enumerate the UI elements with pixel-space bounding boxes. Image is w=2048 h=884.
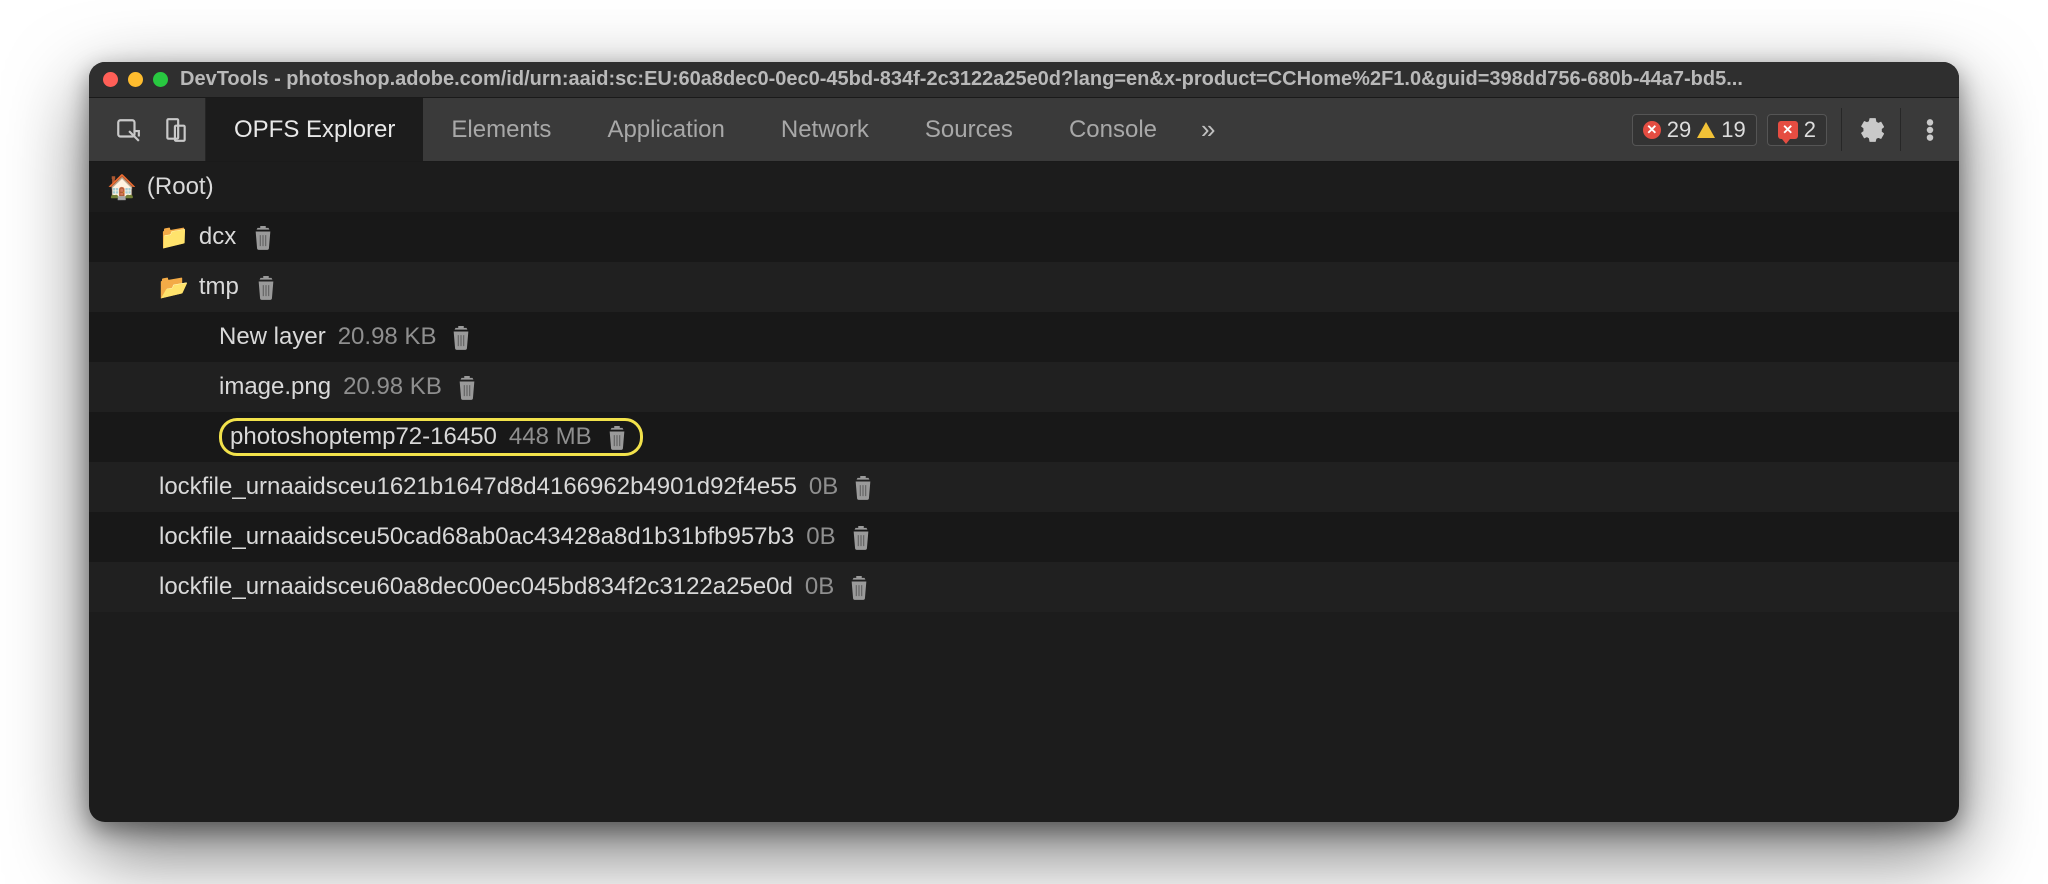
tree-file[interactable]: lockfile_urnaaidsceu50cad68ab0ac43428a8d… xyxy=(89,512,1959,562)
warning-count: 19 xyxy=(1721,117,1745,143)
error-warning-counter[interactable]: ✕ 29 19 xyxy=(1632,114,1757,146)
tab-label: Network xyxy=(781,116,869,144)
devtools-window: DevTools - photoshop.adobe.com/id/urn:aa… xyxy=(89,62,1959,822)
file-name: lockfile_urnaaidsceu50cad68ab0ac43428a8d… xyxy=(159,523,794,551)
delete-icon[interactable] xyxy=(850,524,872,550)
file-size: 20.98 KB xyxy=(338,323,437,351)
tab-opfs-explorer[interactable]: OPFS Explorer xyxy=(206,98,423,161)
tab-console[interactable]: Console xyxy=(1041,98,1185,161)
settings-gear-icon[interactable] xyxy=(1856,115,1886,145)
file-name: photoshoptemp72-16450 xyxy=(230,423,497,451)
file-size: 0B xyxy=(809,473,838,501)
tree-file[interactable]: lockfile_urnaaidsceu60a8dec00ec045bd834f… xyxy=(89,562,1959,612)
inspect-element-icon[interactable] xyxy=(113,115,143,145)
minimize-window-button[interactable] xyxy=(128,72,143,87)
zoom-window-button[interactable] xyxy=(153,72,168,87)
chevron-right-icon: » xyxy=(1201,114,1215,145)
tree-folder[interactable]: 📁 dcx xyxy=(89,212,1959,262)
warning-icon xyxy=(1697,122,1715,138)
tree-file[interactable]: lockfile_urnaaidsceu1621b1647d8d4166962b… xyxy=(89,462,1959,512)
tree-file[interactable]: image.png 20.98 KB xyxy=(89,362,1959,412)
devtools-tabbar: OPFS Explorer Elements Application Netwo… xyxy=(89,98,1959,162)
tree-file-highlighted[interactable]: photoshoptemp72-16450 448 MB xyxy=(89,412,1959,462)
tab-application[interactable]: Application xyxy=(579,98,752,161)
delete-icon[interactable] xyxy=(450,324,472,350)
tree-folder[interactable]: 📂 tmp xyxy=(89,262,1959,312)
file-name: lockfile_urnaaidsceu60a8dec00ec045bd834f… xyxy=(159,573,793,601)
more-options-icon[interactable] xyxy=(1915,115,1945,145)
tab-label: Console xyxy=(1069,116,1157,144)
window-controls xyxy=(103,72,168,87)
delete-icon[interactable] xyxy=(606,424,628,450)
home-icon: 🏠 xyxy=(107,173,137,202)
delete-icon[interactable] xyxy=(852,474,874,500)
window-title: DevTools - photoshop.adobe.com/id/urn:aa… xyxy=(180,68,1945,91)
folder-open-icon: 📂 xyxy=(159,273,189,302)
opfs-tree: 🏠 (Root) 📁 dcx 📂 tmp New layer 20.98 KB xyxy=(89,162,1959,822)
close-window-button[interactable] xyxy=(103,72,118,87)
root-label: (Root) xyxy=(147,173,214,201)
file-size: 448 MB xyxy=(509,423,592,451)
file-size: 20.98 KB xyxy=(343,373,442,401)
file-size: 0B xyxy=(806,523,835,551)
tab-network[interactable]: Network xyxy=(753,98,897,161)
tab-label: Elements xyxy=(451,116,551,144)
file-size: 0B xyxy=(805,573,834,601)
issues-count: 2 xyxy=(1804,117,1816,143)
folder-name: dcx xyxy=(199,223,236,251)
titlebar: DevTools - photoshop.adobe.com/id/urn:aa… xyxy=(89,62,1959,98)
highlight-ring: photoshoptemp72-16450 448 MB xyxy=(219,418,643,456)
folder-name: tmp xyxy=(199,273,239,301)
delete-icon[interactable] xyxy=(848,574,870,600)
device-toolbar-icon[interactable] xyxy=(161,115,191,145)
file-name: lockfile_urnaaidsceu1621b1647d8d4166962b… xyxy=(159,473,797,501)
tree-file[interactable]: New layer 20.98 KB xyxy=(89,312,1959,362)
delete-icon[interactable] xyxy=(252,224,274,250)
folder-icon: 📁 xyxy=(159,223,189,252)
issues-icon: ✕ xyxy=(1778,121,1798,139)
file-name: New layer xyxy=(219,323,326,351)
tab-label: Sources xyxy=(925,116,1013,144)
tabs-overflow-button[interactable]: » xyxy=(1185,98,1231,161)
panel-tabs: OPFS Explorer Elements Application Netwo… xyxy=(206,98,1231,161)
tab-label: OPFS Explorer xyxy=(234,116,395,144)
file-name: image.png xyxy=(219,373,331,401)
delete-icon[interactable] xyxy=(456,374,478,400)
tab-label: Application xyxy=(607,116,724,144)
error-count: 29 xyxy=(1667,117,1691,143)
issues-counter[interactable]: ✕ 2 xyxy=(1767,114,1827,146)
tree-root[interactable]: 🏠 (Root) xyxy=(89,162,1959,212)
error-icon: ✕ xyxy=(1643,121,1661,139)
tab-sources[interactable]: Sources xyxy=(897,98,1041,161)
delete-icon[interactable] xyxy=(255,274,277,300)
tab-elements[interactable]: Elements xyxy=(423,98,579,161)
